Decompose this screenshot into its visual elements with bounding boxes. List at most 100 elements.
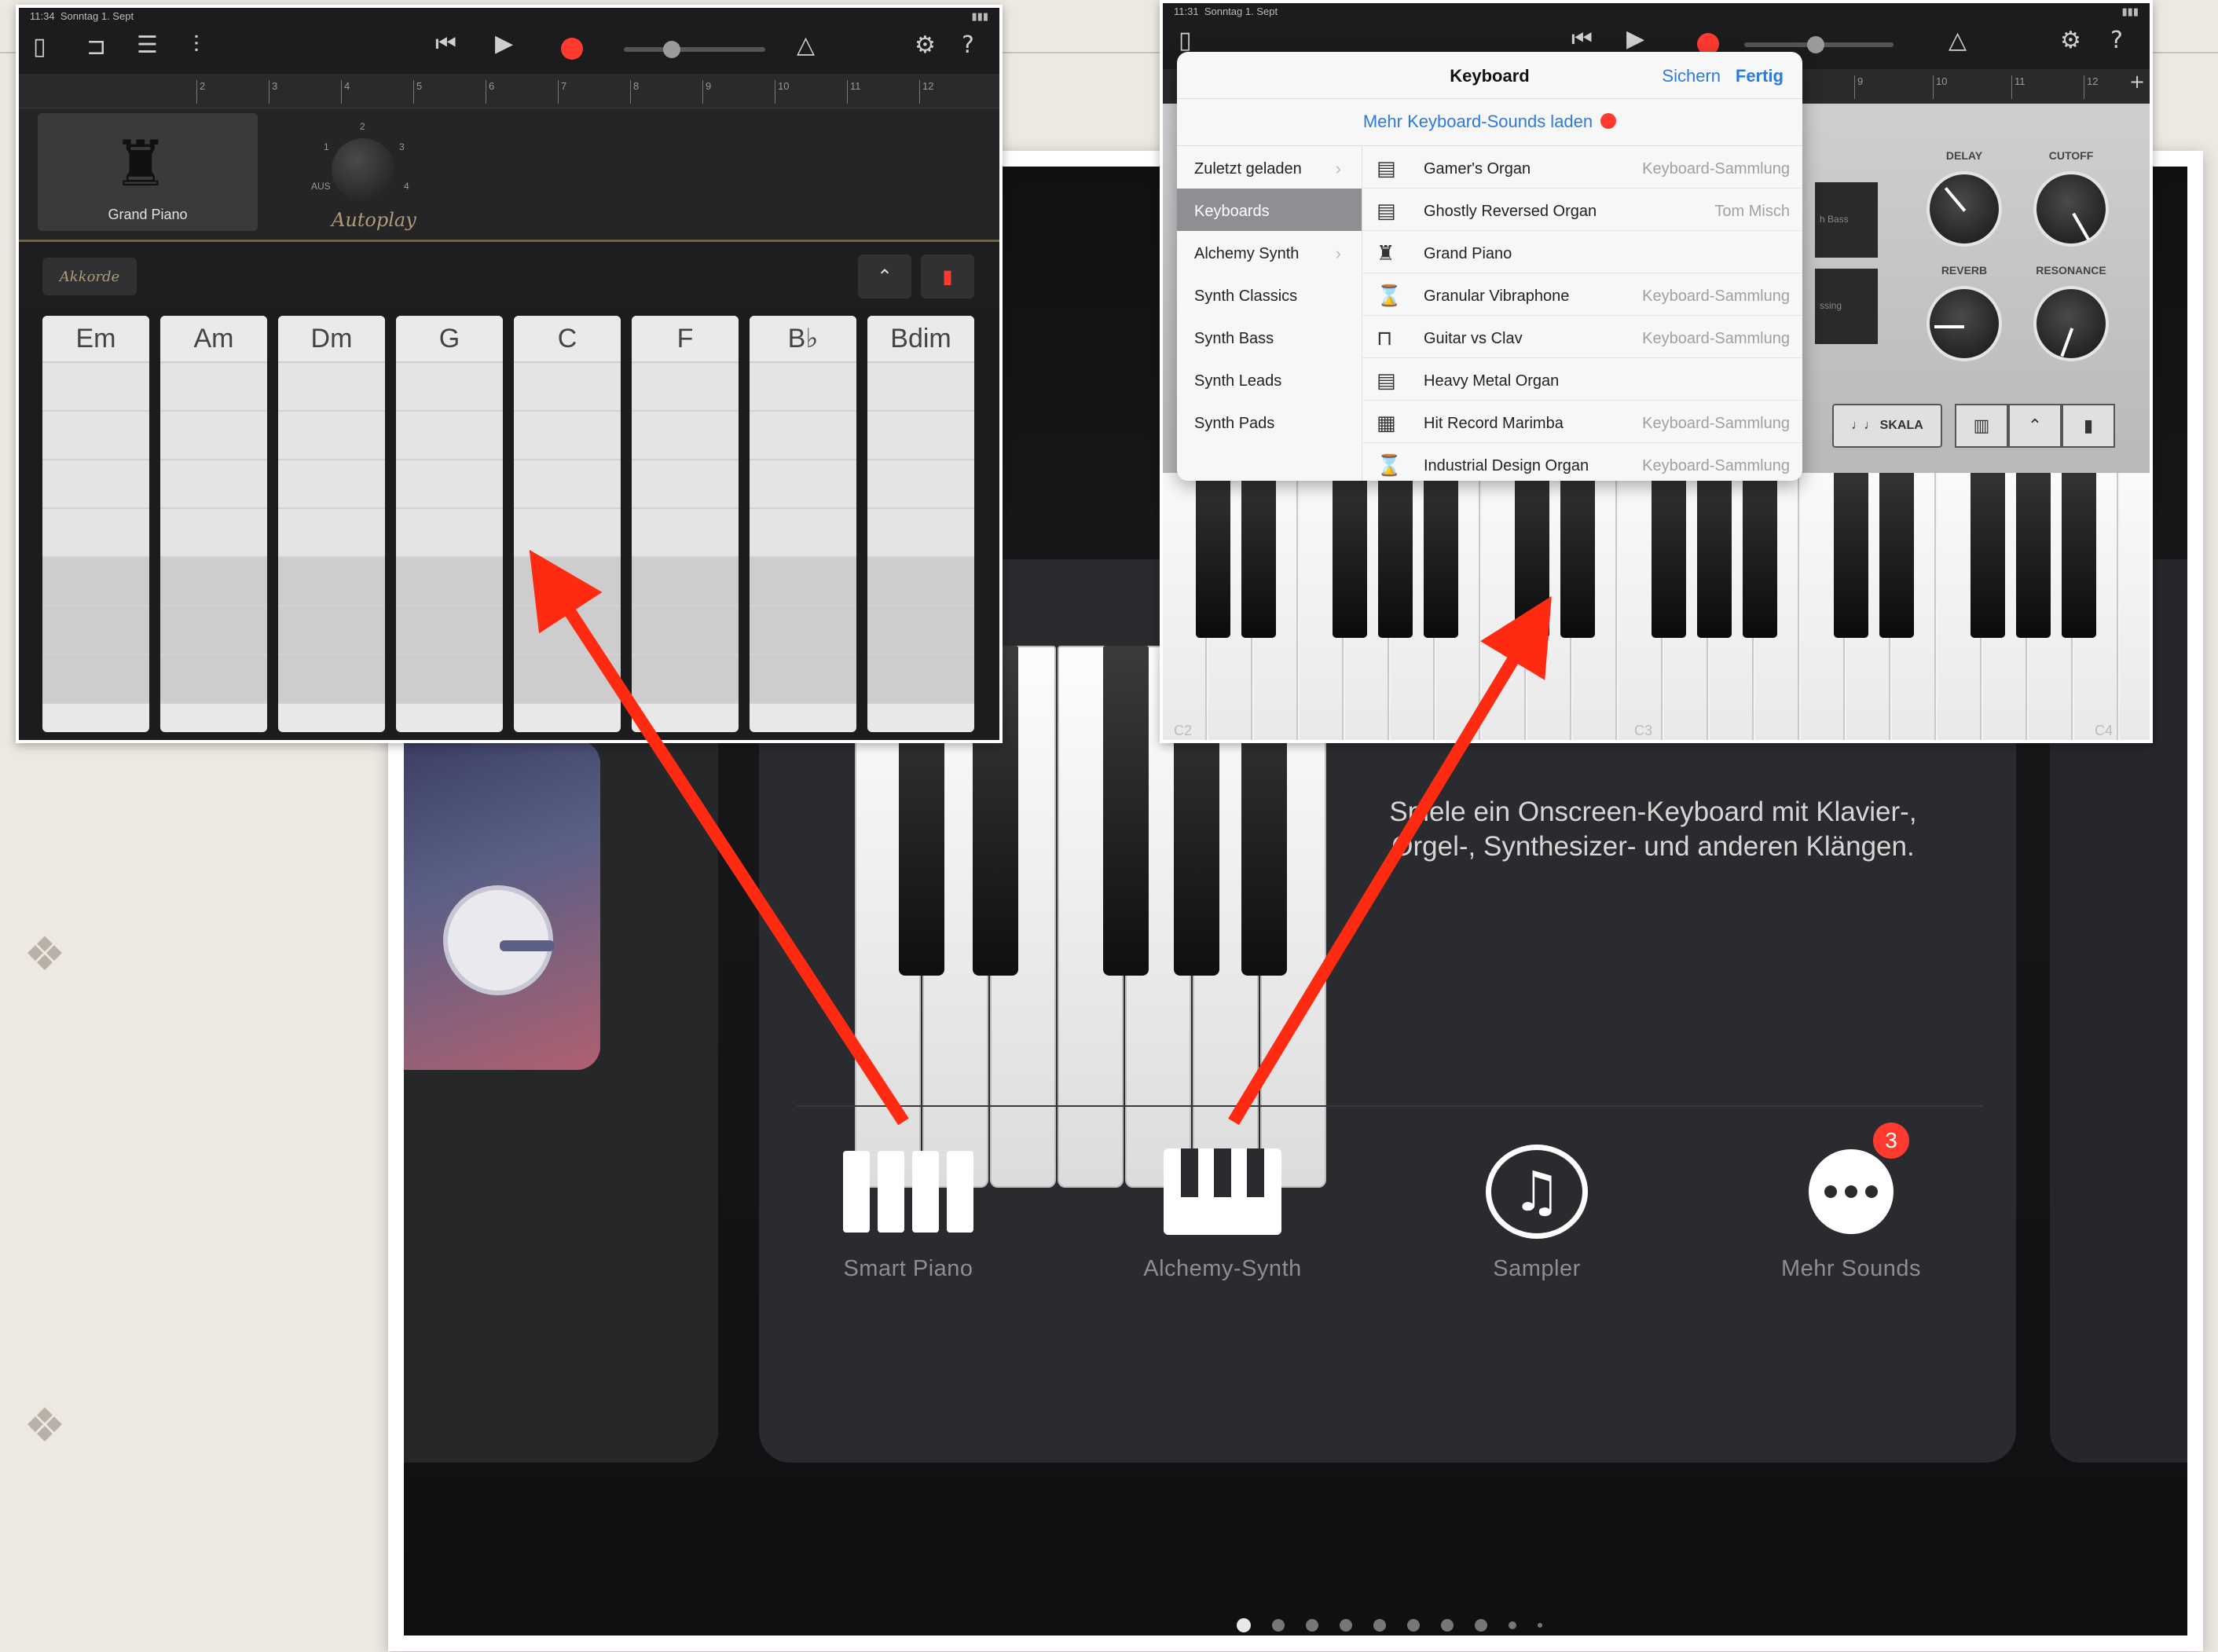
play-icon[interactable]: ▶: [1626, 25, 1644, 53]
smart-piano-screen: 11:34 Sonntag 1. Sept ▮▮▮ ▯ ⊐ ☰ ⫶ ⏮ ▶ △ …: [19, 8, 999, 740]
chord-strip[interactable]: B♭: [750, 316, 856, 732]
category-item[interactable]: Synth Pads: [1177, 401, 1362, 443]
document-icon[interactable]: ▯: [33, 33, 46, 60]
record-icon[interactable]: [561, 38, 583, 60]
knob-label: DELAY: [1945, 149, 1983, 162]
arpeggio-icon: ⌃: [2027, 416, 2043, 436]
sound-item[interactable]: ⌛ Industrial Design Organ Keyboard-Sammlun…: [1362, 443, 1802, 481]
instrument-selector[interactable]: ♜ Grand Piano: [38, 113, 258, 231]
help-icon[interactable]: ?: [962, 31, 974, 59]
play-icon[interactable]: ▶: [495, 30, 513, 57]
volume-slider[interactable]: [624, 47, 765, 52]
arpeggiator-button[interactable]: ⌃: [2008, 404, 2062, 448]
chord-strip[interactable]: Am: [160, 316, 267, 732]
chord-strip[interactable]: Dm: [278, 316, 385, 732]
sound-library-popover: Keyboard Sichern Fertig Mehr Keyboard-So…: [1177, 52, 1802, 481]
resonance-knob[interactable]: [2033, 286, 2109, 361]
save-button[interactable]: Sichern: [1662, 66, 1721, 86]
delay-knob[interactable]: [1927, 171, 2002, 247]
settings-icon[interactable]: ⚙: [915, 31, 936, 59]
rewind-icon[interactable]: ⏮: [1571, 25, 1593, 53]
document-icon[interactable]: ▯: [1179, 27, 1192, 54]
reverb-knob[interactable]: [1927, 286, 2002, 361]
alchemy-synth-screen: 11:31 Sonntag 1. Sept ▮▮▮ ▯ ⏮ ▶ △ ⚙ ? 9 …: [1163, 3, 2150, 740]
load-more-sounds-link[interactable]: Mehr Keyboard-Sounds laden: [1177, 99, 1802, 146]
category-item[interactable]: Synth Bass: [1177, 316, 1362, 358]
alchemy-synth-button[interactable]: Alchemy-Synth: [1120, 1145, 1325, 1282]
chords-button[interactable]: Akkorde: [42, 258, 137, 295]
category-item[interactable]: Synth Leads: [1177, 358, 1362, 401]
chord-label: Am: [160, 316, 267, 363]
metronome-icon[interactable]: △: [1949, 27, 1967, 54]
status-date: Sonntag 1. Sept: [1204, 5, 1278, 17]
status-bar: 11:31 Sonntag 1. Sept ▮▮▮: [1163, 3, 2150, 20]
organ-icon: ▤: [1377, 157, 1396, 181]
category-item[interactable]: Keyboards: [1177, 189, 1362, 231]
ruler-mark: 8: [630, 80, 639, 104]
notes-icon: ♩♩: [1851, 419, 1880, 432]
scale-button[interactable]: ♩♩ SKALA: [1832, 404, 1942, 448]
chord-strip[interactable]: C: [514, 316, 621, 732]
ruler-mark: 7: [558, 80, 566, 104]
chord-strip[interactable]: F: [632, 316, 739, 732]
sound-item[interactable]: ▤ Heavy Metal Organ: [1362, 358, 1802, 401]
ruler-mark: 2: [196, 80, 205, 104]
chord-strip[interactable]: Bdim: [867, 316, 974, 732]
volume-slider-thumb[interactable]: [1807, 36, 1824, 53]
arpeggiator-button[interactable]: ⌃: [858, 255, 911, 299]
arpeggio-icon: ⌃: [876, 266, 893, 288]
timeline-ruler[interactable]: 2 3 4 5 6 7 8 9 10 11 12: [19, 74, 999, 108]
sound-name: Ghostly Reversed Organ: [1424, 203, 1597, 220]
piano-bars-icon: [843, 1151, 973, 1233]
sampler-button[interactable]: ♫ Sampler: [1435, 1145, 1639, 1282]
cutoff-knob[interactable]: [2033, 171, 2109, 247]
smart-piano-button[interactable]: Smart Piano: [806, 1145, 1010, 1282]
divider: [797, 1105, 1983, 1107]
category-list: Zuletzt geladen › Keyboards Alchemy Synth…: [1177, 146, 1362, 481]
sound-source: Keyboard-Sammlung: [1642, 415, 1790, 432]
octave-label: C4: [2095, 723, 2114, 738]
metronome-icon[interactable]: △: [797, 31, 815, 59]
keyboard-toggle-button[interactable]: ▮: [921, 255, 974, 299]
sound-item[interactable]: ♜ Grand Piano: [1362, 231, 1802, 273]
ruler-mark: 5: [413, 80, 422, 104]
page-indicator[interactable]: [1237, 1618, 1542, 1632]
help-icon[interactable]: ?: [2110, 27, 2123, 54]
scale-button-label: SKALA: [1879, 419, 1923, 432]
more-sounds-button[interactable]: 3 Mehr Sounds: [1749, 1123, 1953, 1282]
sound-item[interactable]: ⌛ Granular Vibraphone Keyboard-Sammlung: [1362, 273, 1802, 316]
volume-slider-thumb[interactable]: [663, 41, 680, 58]
sound-item[interactable]: ▤ Ghostly Reversed Organ Tom Misch: [1362, 189, 1802, 231]
device-icon: ▮: [2083, 416, 2094, 436]
settings-icon[interactable]: ⚙: [2060, 27, 2081, 54]
keyboard-mode-button[interactable]: ▥: [1955, 404, 2008, 448]
chord-strip[interactable]: G: [396, 316, 503, 732]
done-button[interactable]: Fertig: [1736, 66, 1784, 86]
category-item[interactable]: Alchemy Synth ›: [1177, 231, 1362, 273]
settings-toggle-button[interactable]: ▮: [2062, 404, 2115, 448]
category-item[interactable]: Synth Classics: [1177, 273, 1362, 316]
autoplay-dial[interactable]: [332, 138, 394, 201]
add-icon[interactable]: +: [2129, 71, 2145, 93]
chord-strip[interactable]: Em: [42, 316, 149, 732]
sound-item[interactable]: ⊓ Guitar vs Clav Keyboard-Sammlung: [1362, 316, 1802, 358]
chevron-right-icon: ›: [1335, 159, 1341, 178]
knob-label: REVERB: [1941, 264, 1988, 277]
sound-item[interactable]: ▦ Hit Record Marimba Keyboard-Sammlung: [1362, 401, 1802, 443]
chord-label: F: [632, 316, 739, 363]
piano-keyboard[interactable]: C2 C3 C4: [1163, 473, 2150, 740]
category-item[interactable]: Zuletzt geladen ›: [1177, 146, 1362, 189]
category-label: Synth Classics: [1194, 288, 1298, 305]
notification-badge: 3: [1873, 1123, 1909, 1159]
keyboard-toggle-icon: ▮: [942, 266, 953, 288]
mixer-icon[interactable]: ⫶: [193, 31, 200, 59]
tracks-icon[interactable]: ☰: [137, 31, 158, 59]
sound-item[interactable]: ▤ Gamer's Organ Keyboard-Sammlung: [1362, 146, 1802, 189]
sound-source: Keyboard-Sammlung: [1642, 330, 1790, 347]
sound-name: Hit Record Marimba: [1424, 415, 1564, 432]
rewind-icon[interactable]: ⏮: [435, 30, 456, 57]
browser-icon[interactable]: ⊐: [86, 33, 106, 60]
dial-label: 2: [360, 121, 365, 132]
status-bar: 11:34 Sonntag 1. Sept ▮▮▮: [19, 8, 999, 25]
knob-artwork-icon: [443, 885, 555, 995]
